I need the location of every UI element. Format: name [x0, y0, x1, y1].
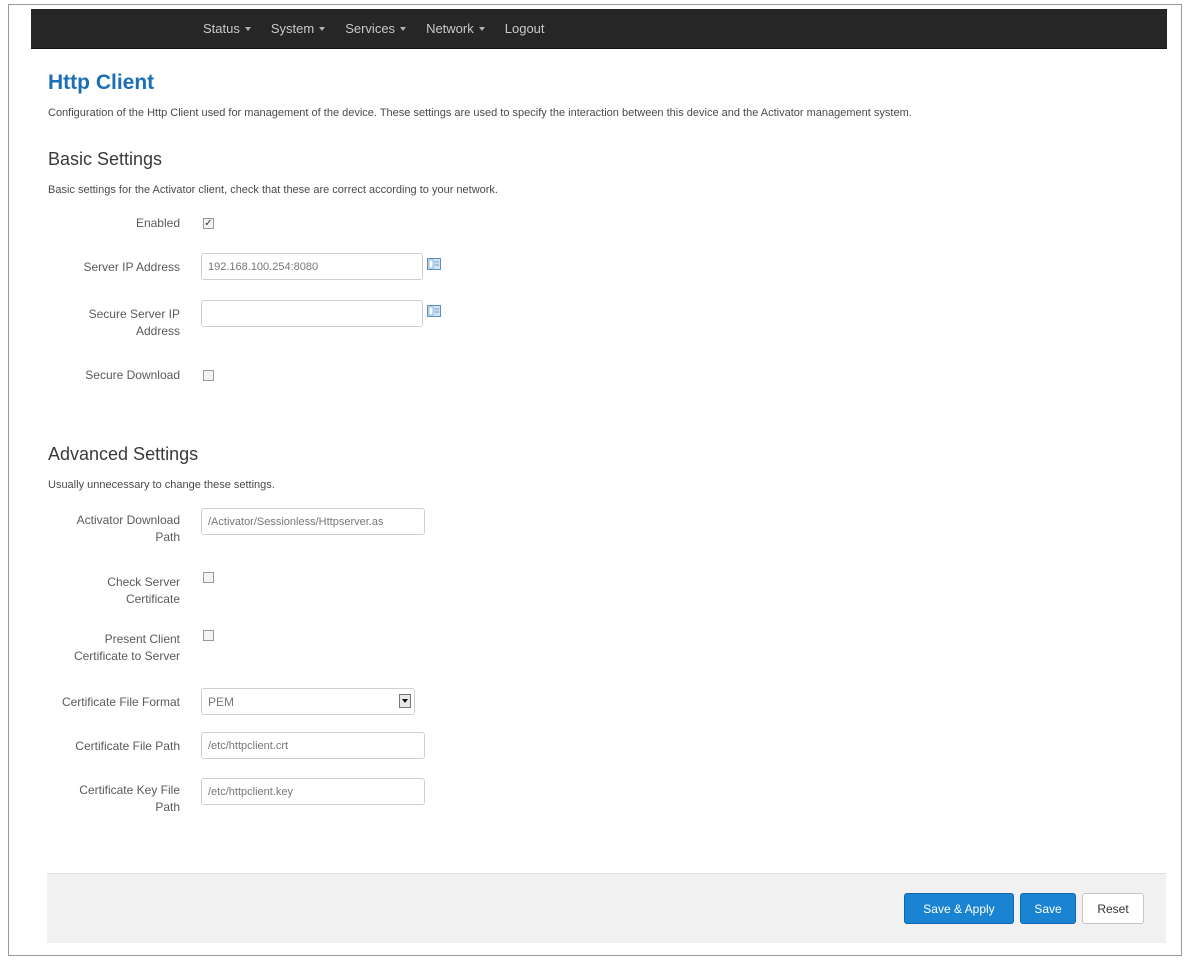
page-description: Configuration of the Http Client used fo… — [48, 107, 912, 119]
secure-download-checkbox[interactable] — [203, 370, 214, 381]
enabled-label: Enabled — [135, 216, 180, 230]
nav-logout-label: Logout — [504, 21, 545, 36]
top-navbar: Status System Services Network Logout — [31, 9, 1167, 49]
secure-server-ip-label: Secure Server IP Address — [88, 307, 180, 338]
secure-download-label: Secure Download — [85, 368, 180, 382]
enabled-checkbox[interactable]: ✓ — [203, 218, 214, 229]
nav-services[interactable]: Services — [345, 21, 407, 36]
nav-logout[interactable]: Logout — [505, 21, 545, 36]
nav-network-label: Network — [426, 21, 474, 36]
download-path-label: Activator Download Path — [76, 513, 180, 544]
nav-system[interactable]: System — [270, 21, 326, 36]
check-server-cert-label: Check Server Certificate — [107, 575, 180, 606]
save-button[interactable]: Save — [1020, 893, 1076, 924]
address-book-icon[interactable] — [427, 258, 441, 270]
server-ip-input[interactable]: 192.168.100.254:8080 — [201, 253, 423, 280]
check-icon: ✓ — [204, 217, 213, 229]
caret-down-icon — [319, 26, 326, 31]
basic-settings-description: Basic settings for the Activator client,… — [48, 184, 498, 196]
nav-menu: Status System Services Network Logout — [203, 9, 565, 48]
save-apply-button[interactable]: Save & Apply — [904, 893, 1014, 924]
cert-format-label: Certificate File Format — [61, 695, 180, 709]
address-book-icon[interactable] — [427, 305, 441, 317]
cert-format-value: PEM — [208, 694, 235, 709]
check-server-cert-checkbox[interactable] — [203, 572, 214, 583]
nav-status-label: Status — [203, 21, 240, 36]
key-path-label: Certificate Key File Path — [79, 783, 180, 814]
download-path-input[interactable]: /Activator/Sessionless/Httpserver.as — [201, 508, 425, 535]
basic-settings-title: Basic Settings — [48, 149, 163, 169]
nav-system-label: System — [270, 21, 315, 36]
caret-down-icon — [478, 26, 485, 31]
cert-format-select[interactable]: PEM — [201, 688, 415, 715]
caret-down-icon — [244, 26, 251, 31]
cert-path-input[interactable]: /etc/httpclient.crt — [201, 732, 425, 759]
advanced-settings-description: Usually unnecessary to change these sett… — [48, 479, 275, 491]
reset-button[interactable]: Reset — [1082, 893, 1144, 924]
dropdown-arrow-icon[interactable] — [399, 694, 411, 708]
secure-server-ip-input[interactable] — [201, 300, 423, 327]
caret-down-icon — [400, 26, 407, 31]
nav-network[interactable]: Network — [426, 21, 485, 36]
cert-path-label: Certificate File Path — [75, 739, 180, 753]
nav-status[interactable]: Status — [203, 21, 251, 36]
present-client-cert-checkbox[interactable] — [203, 630, 214, 641]
advanced-settings-title: Advanced Settings — [48, 444, 199, 464]
server-ip-label: Server IP Address — [83, 260, 181, 274]
present-client-cert-label: Present Client Certificate to Server — [73, 632, 180, 663]
nav-services-label: Services — [345, 21, 396, 36]
key-path-input[interactable]: /etc/httpclient.key — [201, 778, 425, 805]
page-title: Http Client — [48, 71, 155, 94]
